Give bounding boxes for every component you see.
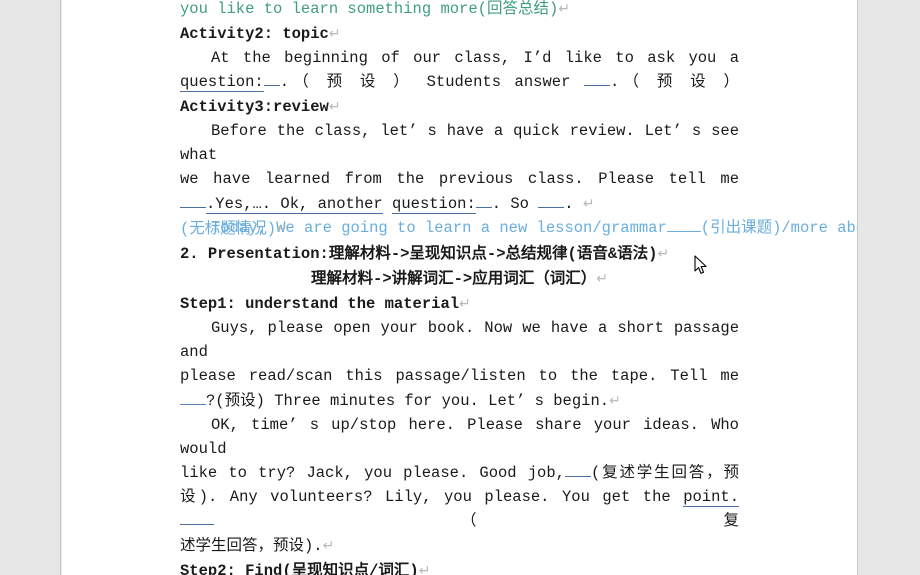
review-so-text: . So <box>491 195 529 213</box>
review-line2-text: we have learned from the previous class.… <box>180 170 739 188</box>
pilcrow-icon: ↵ <box>328 98 341 114</box>
share-line2-text-b: (复述学生回答，预 <box>590 464 739 482</box>
paragraph-review-line3: .Yes,…. Ok, another question: . So . ↵ <box>180 191 739 216</box>
page-gutter-left <box>0 0 61 575</box>
fill-blank[interactable] <box>564 476 591 477</box>
review-yes-text: .Yes,…. Ok, another <box>206 195 383 214</box>
green-text: you like to learn something more(回答总结) <box>180 0 559 18</box>
fill-blank[interactable] <box>180 404 206 405</box>
share-line3-text-a: 设). Any volunteers? Lily, you please. Yo… <box>180 488 671 506</box>
share-line4-text: 述学生回答，预设). <box>180 537 323 555</box>
heading-activity2: Activity2: topic↵ <box>180 21 739 46</box>
fill-blank[interactable] <box>180 524 214 525</box>
paragraph-share-line1: OK, time’ s up/stop here. Please share y… <box>180 413 739 461</box>
fill-blank[interactable] <box>538 207 565 208</box>
share-line3-text-b: （复 <box>214 512 739 530</box>
paragraph-topic-line1: At the beginning of our class, I’d like … <box>180 46 739 70</box>
fill-blank[interactable] <box>263 85 280 86</box>
pilcrow-icon: ↵ <box>418 562 431 575</box>
review-line1-text: Before the class, let’ s have a quick re… <box>180 122 739 164</box>
heading-step1-label: Step1: understand the material <box>180 295 460 313</box>
heading-presentation-label: 2. Presentation:理解材料->呈现知识点->总结规律(语音&语法) <box>180 245 658 263</box>
fill-blank[interactable] <box>666 231 701 232</box>
pilcrow-icon: ↵ <box>276 220 288 236</box>
pilcrow-icon: ↵ <box>328 25 341 41</box>
topic-line1-text: At the beginning of our class, I’d like … <box>211 49 739 67</box>
pilcrow-icon: ↵ <box>322 537 335 553</box>
pilcrow-icon: ↵ <box>596 270 608 286</box>
pilcrow-icon: ↵ <box>582 195 595 211</box>
document-viewport: you like to learn something more(回答总结)↵ … <box>0 0 920 575</box>
today-text-b: (引出课题)/more about <box>700 219 857 237</box>
topic-line2-text-b: .（ 预 设 ） <box>609 73 739 91</box>
paragraph-guys-line1: Guys, please open your book. Now we have… <box>180 316 739 364</box>
heading-presentation-sub: 理解材料->讲解词汇->应用词汇（词汇）↵ <box>180 266 739 291</box>
guys-line3-text: ?(预设) Three minutes for you. Let’ s begi… <box>206 392 610 410</box>
heading-step1: Step1: understand the material↵ <box>180 291 739 316</box>
document-page[interactable]: you like to learn something more(回答总结)↵ … <box>62 0 857 575</box>
guys-line2-text: please read/scan this passage/listen to … <box>180 367 739 385</box>
pilcrow-icon: ↵ <box>459 295 471 311</box>
paragraph-green-tail: you like to learn something more(回答总结)↵ <box>180 0 739 21</box>
heading-presentation-sub-label: 理解材料->讲解词汇->应用词汇（词汇） <box>311 270 597 288</box>
paragraph-review-line1: Before the class, let’ s have a quick re… <box>180 119 739 167</box>
paragraph-share-line3: 设). Any volunteers? Lily, you please. Yo… <box>180 485 739 533</box>
share-line2-text-a: like to try? Jack, you please. Good job, <box>180 464 565 482</box>
pilcrow-icon: ↵ <box>657 245 670 261</box>
heading-activity3: Activity3:review↵ <box>180 94 739 119</box>
blank-question-2[interactable]: question: <box>392 195 476 214</box>
paragraph-guys-line3: ?(预设) Three minutes for you. Let’ s begi… <box>180 388 739 413</box>
paragraph-guys-line2: please read/scan this passage/listen to … <box>180 364 739 388</box>
heading-step2: Step2: Find(呈现知识点/词汇)↵ <box>180 558 739 575</box>
paragraph-share-line4: 述学生回答，预设).↵ <box>180 533 739 558</box>
fill-blank[interactable] <box>180 207 206 208</box>
fill-blank[interactable] <box>475 207 492 208</box>
topic-line2-text-a: .（ 预 设 ） Students answer <box>279 73 571 91</box>
pilcrow-icon: ↵ <box>558 0 570 16</box>
document-body[interactable]: you like to learn something more(回答总结)↵ … <box>180 0 857 575</box>
page-gutter-right <box>857 0 920 575</box>
pilcrow-icon: ↵ <box>609 392 621 408</box>
today-text-c: (无标题情况) <box>180 220 277 238</box>
blank-question-1[interactable]: question: <box>180 73 264 92</box>
heading-activity2-label: Activity2: topic <box>180 25 329 43</box>
share-line1-text: OK, time’ s up/stop here. Please share y… <box>180 416 739 458</box>
paragraph-topic-line2: question: .（ 预 设 ） Students answer .（ 预 设… <box>180 70 739 94</box>
blank-point[interactable]: point. <box>683 488 739 507</box>
heading-activity3-label: Activity3:review <box>180 98 329 116</box>
heading-presentation: 2. Presentation:理解材料->呈现知识点->总结规律(语音&语法)… <box>180 241 739 266</box>
guys-line1-text: Guys, please open your book. Now we have… <box>180 319 739 361</box>
fill-blank[interactable] <box>583 85 610 86</box>
heading-step2-label: Step2: Find(呈现知识点/词汇) <box>180 562 419 575</box>
review-end-text: . <box>564 195 574 213</box>
paragraph-share-line2: like to try? Jack, you please. Good job,… <box>180 461 739 485</box>
paragraph-review-line2: we have learned from the previous class.… <box>180 167 739 191</box>
